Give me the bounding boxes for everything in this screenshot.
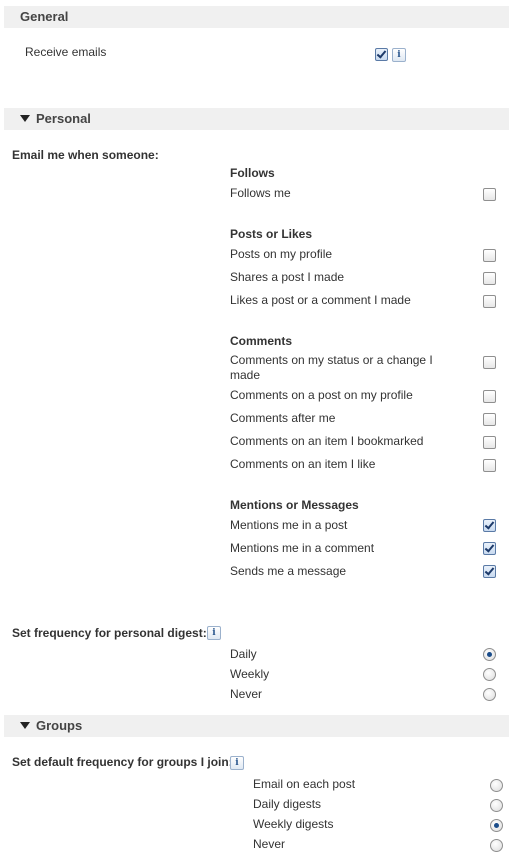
follows-me-checkbox[interactable] (483, 188, 496, 201)
digest-weekly-label: Weekly (230, 667, 270, 681)
receive-emails-checkbox[interactable] (375, 48, 388, 61)
group-heading-comments: Comments (230, 334, 293, 348)
groups-each-post-radio[interactable] (490, 779, 503, 792)
personal-digest-info-icon[interactable]: i (207, 626, 221, 640)
comments-item-like-label: Comments on an item I like (230, 457, 376, 471)
personal-digest-label: Set frequency for personal digest: (12, 626, 207, 640)
groups-weekly-radio[interactable] (490, 819, 503, 832)
groups-never-label: Never (253, 837, 286, 851)
comments-on-profile-post-checkbox[interactable] (483, 390, 496, 403)
group-heading-mentions: Mentions or Messages (230, 498, 359, 512)
personal-title-wrap: Personal (20, 111, 91, 126)
comments-bookmarked-checkbox[interactable] (483, 436, 496, 449)
general-title: General (20, 9, 69, 24)
groups-never-radio[interactable] (490, 839, 503, 852)
groups-default-label: Set default frequency for groups I join: (12, 755, 233, 769)
mentions-in-comment-label: Mentions me in a comment (230, 541, 375, 555)
group-heading-posts-likes: Posts or Likes (230, 227, 313, 241)
mentions-in-post-checkbox[interactable] (483, 519, 496, 532)
posts-on-profile-label: Posts on my profile (230, 247, 333, 261)
shares-post-checkbox[interactable] (483, 272, 496, 285)
digest-daily-radio[interactable] (483, 648, 496, 661)
posts-on-profile-checkbox[interactable] (483, 249, 496, 262)
digest-daily-label: Daily (230, 647, 257, 661)
comments-on-status-checkbox[interactable] (483, 356, 496, 369)
comments-on-status-label: Comments on my status or a change I made (230, 353, 433, 382)
groups-title: Groups (36, 718, 83, 733)
triangle-down-icon (20, 115, 30, 123)
digest-weekly-radio[interactable] (483, 668, 496, 681)
groups-daily-label: Daily digests (253, 797, 322, 811)
mentions-in-comment-checkbox[interactable] (483, 542, 496, 555)
comments-bookmarked-label: Comments on an item I bookmarked (230, 434, 424, 448)
digest-never-label: Never (230, 687, 263, 701)
comments-on-profile-post-label: Comments on a post on my profile (230, 388, 413, 402)
shares-post-label: Shares a post I made (230, 270, 345, 284)
sends-message-label: Sends me a message (230, 564, 347, 578)
personal-section-header[interactable]: Personal (4, 108, 509, 130)
groups-weekly-label: Weekly digests (253, 817, 334, 831)
follows-me-label: Follows me (230, 186, 291, 200)
personal-title: Personal (36, 111, 91, 126)
groups-info-icon[interactable]: i (230, 756, 244, 770)
groups-each-post-label: Email on each post (253, 777, 356, 791)
email-me-label: Email me when someone: (12, 148, 159, 162)
groups-daily-radio[interactable] (490, 799, 503, 812)
receive-emails-label: Receive emails (25, 45, 107, 59)
triangle-down-icon (20, 722, 30, 730)
receive-emails-info-icon[interactable]: i (392, 48, 406, 62)
likes-post-label: Likes a post or a comment I made (230, 293, 411, 307)
groups-title-wrap: Groups (20, 718, 82, 733)
likes-post-checkbox[interactable] (483, 295, 496, 308)
group-heading-follows: Follows (230, 166, 275, 180)
comments-after-me-label: Comments after me (230, 411, 336, 425)
comments-item-like-checkbox[interactable] (483, 459, 496, 472)
digest-never-radio[interactable] (483, 688, 496, 701)
groups-section-header[interactable]: Groups (4, 715, 509, 737)
comments-after-me-checkbox[interactable] (483, 413, 496, 426)
general-section-header: General (4, 6, 509, 28)
mentions-in-post-label: Mentions me in a post (230, 518, 348, 532)
sends-message-checkbox[interactable] (483, 565, 496, 578)
